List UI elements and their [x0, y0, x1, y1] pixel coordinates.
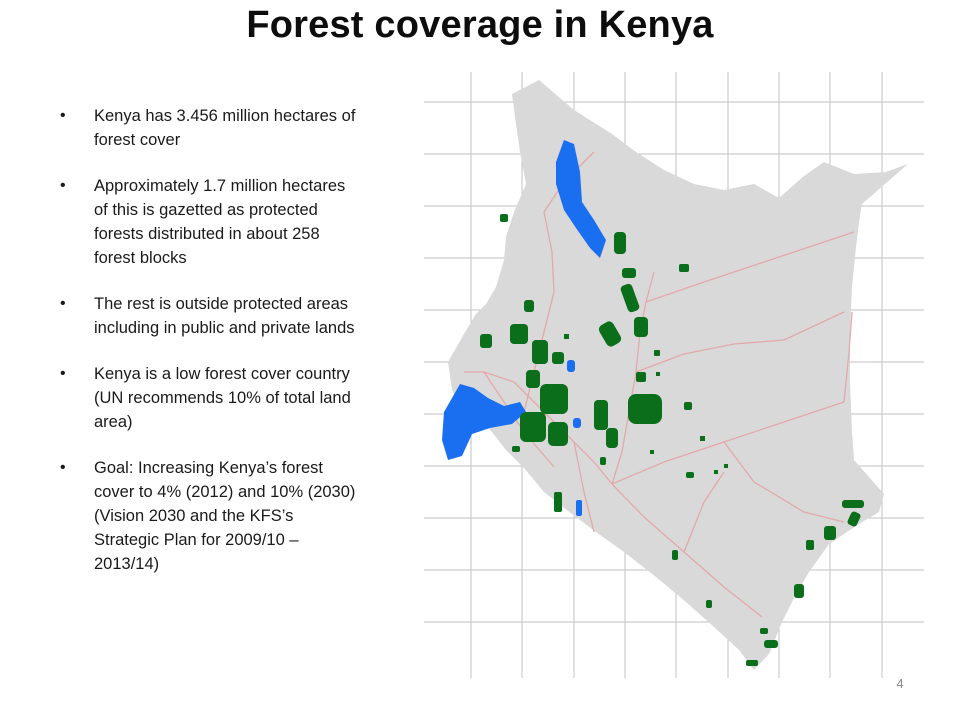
bullet-list: • Kenya has 3.456 million hectares of fo…: [60, 104, 360, 598]
lake-naivasha: [573, 418, 581, 428]
bullet-text: Kenya is a low forest cover country (UN …: [94, 365, 351, 431]
bullet-item: • Kenya has 3.456 million hectares of fo…: [60, 104, 360, 152]
lake-baringo: [567, 360, 575, 372]
bullet-dot-icon: •: [60, 107, 66, 124]
bullet-text: The rest is outside protected areas incl…: [94, 295, 355, 337]
kenya-land-shape: [448, 80, 908, 670]
page-number: 4: [896, 676, 904, 691]
bullet-item: • Approximately 1.7 million hectares of …: [60, 174, 360, 270]
bullet-dot-icon: •: [60, 177, 66, 194]
bullet-item: • Kenya is a low forest cover country (U…: [60, 362, 360, 434]
bullet-dot-icon: •: [60, 459, 66, 476]
bullet-dot-icon: •: [60, 365, 66, 382]
kenya-forest-map: [424, 72, 924, 678]
slide-title: Forest coverage in Kenya: [246, 4, 714, 46]
bullet-item: • Goal: Increasing Kenya’s forest cover …: [60, 456, 360, 576]
bullet-text: Kenya has 3.456 million hectares of fore…: [94, 107, 356, 149]
bullet-text: Approximately 1.7 million hectares of th…: [94, 177, 346, 267]
lake-magadi: [576, 500, 582, 516]
map-svg: [424, 72, 924, 678]
bullet-text: Goal: Increasing Kenya’s forest cover to…: [94, 459, 356, 573]
bullet-item: • The rest is outside protected areas in…: [60, 292, 360, 340]
bullet-dot-icon: •: [60, 295, 66, 312]
